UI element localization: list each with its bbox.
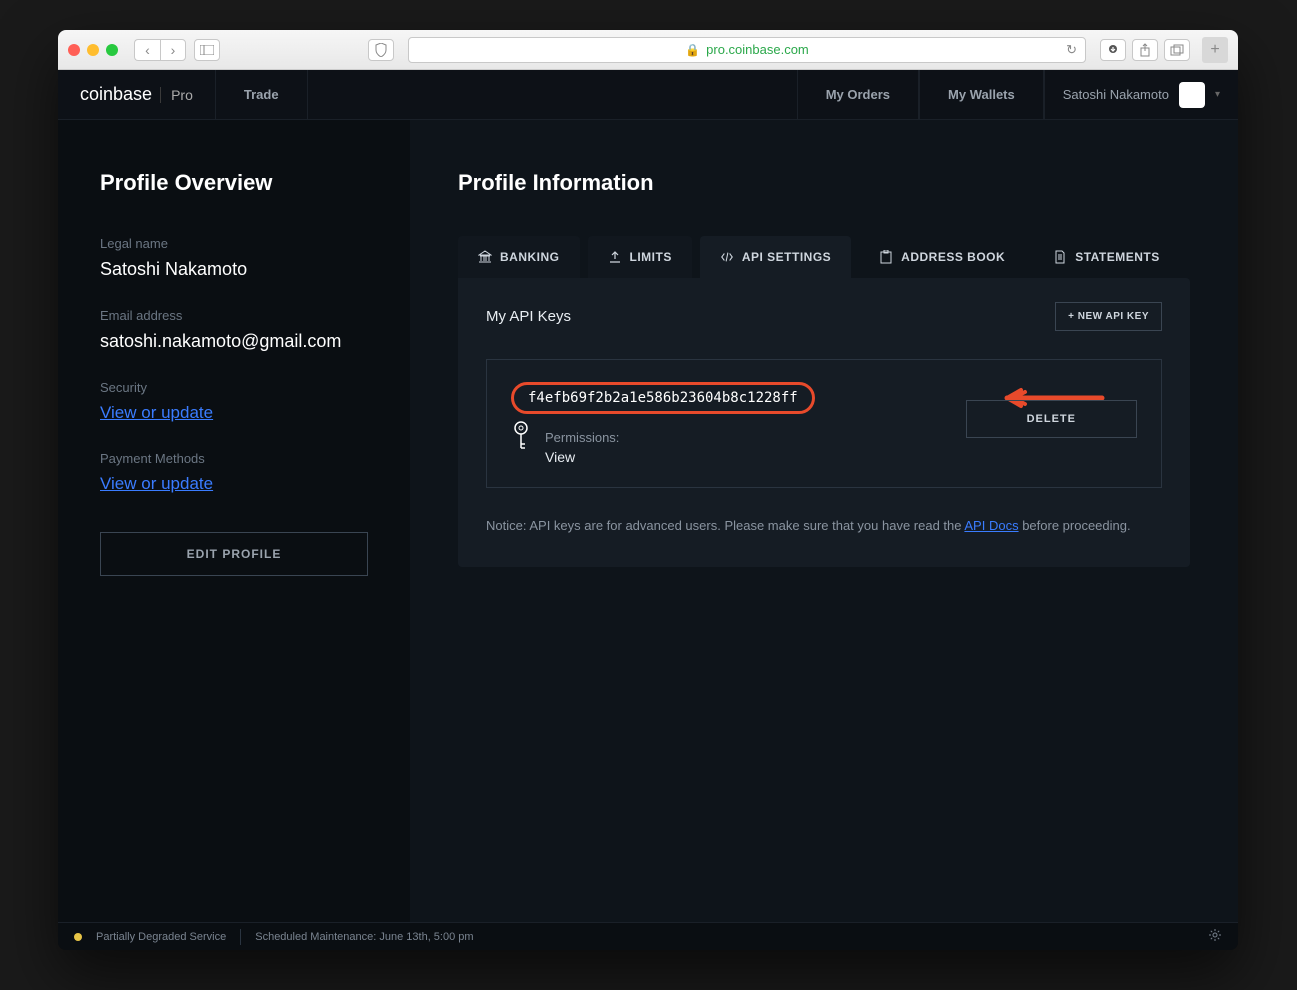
forward-button[interactable]: › xyxy=(160,39,186,61)
tabs-button[interactable] xyxy=(1164,39,1190,61)
new-api-key-button[interactable]: + NEW API KEY xyxy=(1055,302,1162,331)
status-service: Partially Degraded Service xyxy=(96,931,226,943)
status-bar: Partially Degraded Service Scheduled Mai… xyxy=(58,922,1238,950)
panel-title: My API Keys xyxy=(486,308,571,325)
sidebar: Profile Overview Legal name Satoshi Naka… xyxy=(58,120,410,922)
reload-button[interactable]: ↻ xyxy=(1066,42,1077,58)
brand-logo[interactable]: coinbase Pro xyxy=(58,70,215,119)
share-button[interactable] xyxy=(1132,39,1158,61)
user-name: Satoshi Nakamoto xyxy=(1063,87,1169,102)
maximize-window-button[interactable] xyxy=(106,44,118,56)
app-body: Profile Overview Legal name Satoshi Naka… xyxy=(58,120,1238,922)
nav-my-wallets[interactable]: My Wallets xyxy=(919,70,1044,119)
clipboard-icon xyxy=(879,250,893,264)
bank-icon xyxy=(478,250,492,264)
url-text: pro.coinbase.com xyxy=(706,42,809,57)
tab-address-book[interactable]: ADDRESS BOOK xyxy=(859,236,1025,278)
permissions-label: Permissions: xyxy=(545,430,619,445)
main-content: Profile Information BANKING LIMITS API S… xyxy=(410,120,1238,922)
security-link[interactable]: View or update xyxy=(100,403,368,423)
app-header: coinbase Pro Trade My Orders My Wallets … xyxy=(58,70,1238,120)
lock-icon: 🔒 xyxy=(685,43,700,57)
browser-toolbar: ‹ › 🔒 pro.coinbase.com ↻ + xyxy=(58,30,1238,70)
api-key-card: f4efb69f2b2a1e586b23604b8c1228ff Permiss… xyxy=(486,359,1162,488)
address-bar[interactable]: 🔒 pro.coinbase.com ↻ xyxy=(408,37,1086,63)
chevron-down-icon: ▾ xyxy=(1215,89,1220,100)
status-maintenance: Scheduled Maintenance: June 13th, 5:00 p… xyxy=(255,931,473,943)
api-docs-link[interactable]: API Docs xyxy=(964,518,1018,533)
brand-suffix: Pro xyxy=(160,87,193,103)
privacy-shield-button[interactable] xyxy=(368,39,394,61)
delete-button[interactable]: DELETE xyxy=(966,400,1137,438)
code-icon xyxy=(720,250,734,264)
tab-statements[interactable]: STATEMENTS xyxy=(1033,236,1180,278)
api-panel: My API Keys + NEW API KEY f4efb69f2b2a1e… xyxy=(458,278,1190,567)
legal-name-label: Legal name xyxy=(100,236,368,251)
toolbar-right xyxy=(1100,39,1190,61)
document-icon xyxy=(1053,250,1067,264)
minimize-window-button[interactable] xyxy=(87,44,99,56)
permissions-value: View xyxy=(545,449,619,465)
payment-label: Payment Methods xyxy=(100,451,368,466)
edit-profile-button[interactable]: EDIT PROFILE xyxy=(100,532,368,576)
sidebar-title: Profile Overview xyxy=(100,170,368,196)
notice-text: Notice: API keys are for advanced users.… xyxy=(486,516,1162,537)
tabs: BANKING LIMITS API SETTINGS ADDRESS BOOK… xyxy=(458,236,1190,278)
new-tab-button[interactable]: + xyxy=(1202,37,1228,63)
nav-my-orders[interactable]: My Orders xyxy=(797,70,919,119)
legal-name-value: Satoshi Nakamoto xyxy=(100,259,368,280)
nav-trade[interactable]: Trade xyxy=(215,70,308,119)
brand-text: coinbase xyxy=(80,84,152,105)
browser-window: ‹ › 🔒 pro.coinbase.com ↻ + xyxy=(58,30,1238,950)
api-key-value: f4efb69f2b2a1e586b23604b8c1228ff xyxy=(511,382,815,414)
back-button[interactable]: ‹ xyxy=(134,39,160,61)
security-label: Security xyxy=(100,380,368,395)
settings-gear-icon[interactable] xyxy=(1208,928,1222,945)
page-title: Profile Information xyxy=(458,170,1190,196)
tab-banking[interactable]: BANKING xyxy=(458,236,580,278)
tab-api-settings[interactable]: API SETTINGS xyxy=(700,236,851,278)
email-value: satoshi.nakamoto@gmail.com xyxy=(100,331,368,352)
payment-link[interactable]: View or update xyxy=(100,474,368,494)
avatar xyxy=(1179,82,1205,108)
user-menu[interactable]: Satoshi Nakamoto ▾ xyxy=(1044,70,1238,119)
nav-group: ‹ › xyxy=(134,39,186,61)
close-window-button[interactable] xyxy=(68,44,80,56)
downloads-button[interactable] xyxy=(1100,39,1126,61)
window-controls xyxy=(68,44,118,56)
sidebar-toggle-button[interactable] xyxy=(194,39,220,61)
panel-header: My API Keys + NEW API KEY xyxy=(486,302,1162,331)
email-label: Email address xyxy=(100,308,368,323)
upload-icon xyxy=(608,250,622,264)
status-indicator-icon xyxy=(74,933,82,941)
key-icon xyxy=(511,420,531,457)
tab-limits[interactable]: LIMITS xyxy=(588,236,692,278)
